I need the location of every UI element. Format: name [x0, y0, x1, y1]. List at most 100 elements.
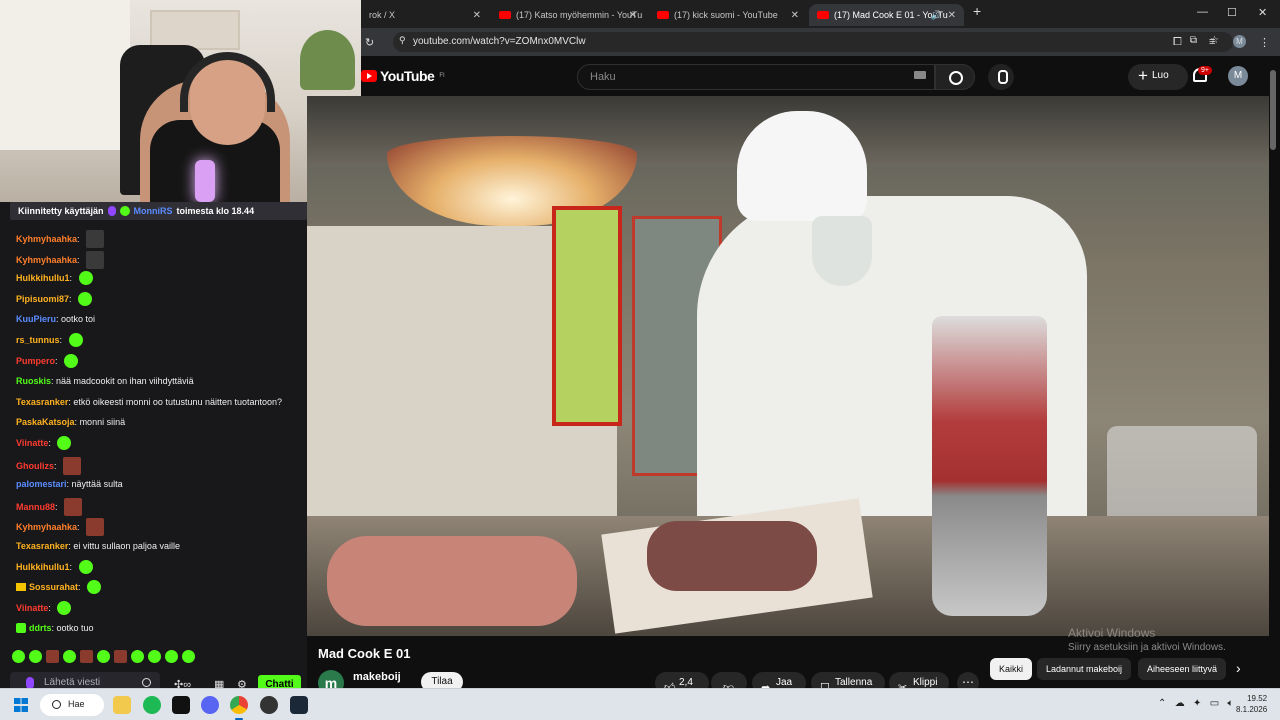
- page-scrollbar[interactable]: [1270, 70, 1276, 150]
- video-title: Mad Cook E 01: [318, 646, 411, 661]
- search-input[interactable]: Haku: [577, 64, 935, 90]
- chat-message-text: ei vittu sullaon paljoa vaille: [73, 541, 180, 551]
- pinned-user[interactable]: MonniRS: [134, 206, 173, 216]
- chip-all[interactable]: Kaikki: [990, 658, 1033, 680]
- extensions-icon[interactable]: ⧠: [1173, 36, 1182, 49]
- notification-badge: 9+: [1198, 66, 1212, 75]
- chat-username[interactable]: palomestari: [16, 477, 67, 491]
- youtube-logo[interactable]: YouTube FI: [361, 68, 445, 84]
- chat-username[interactable]: Kyhmyhaahka: [16, 232, 77, 246]
- profile-avatar[interactable]: M: [1233, 35, 1246, 48]
- youtube-header: YouTube FI Haku Luo 9+ M: [361, 56, 1280, 96]
- chat-username[interactable]: Hulkkihullu1: [16, 560, 70, 574]
- chat-username[interactable]: Kyhmyhaahka: [16, 520, 77, 534]
- windows-taskbar: Hae ⌃ ☁ ✦ ▭ 🔈︎ 19.52 8.1.2026: [0, 688, 1280, 720]
- voice-search-button[interactable]: [988, 64, 1014, 90]
- close-icon[interactable]: ✕: [948, 10, 956, 21]
- chat-username[interactable]: Kyhmyhaahka: [16, 253, 77, 267]
- account-avatar[interactable]: M: [1228, 66, 1248, 86]
- close-window-button[interactable]: ✕: [1258, 6, 1267, 19]
- chat-message: Ruoskis: nää madcookit on ihan viihdyttä…: [16, 374, 194, 388]
- x-app-icon[interactable]: [172, 696, 190, 714]
- minimize-button[interactable]: —: [1197, 6, 1208, 18]
- chip-uploaded-by[interactable]: Ladannut makeboij: [1037, 658, 1132, 680]
- create-button[interactable]: Luo: [1128, 64, 1188, 90]
- chat-message: Pipisuomi87:: [16, 292, 93, 306]
- emote-icon: [68, 333, 83, 347]
- chat-message: Texasranker: etkö oikeesti monni oo tutu…: [16, 395, 283, 409]
- url-field[interactable]: ⚲ youtube.com/watch?v=ZOMnx0MVClw ⧉ ☆: [393, 32, 1233, 52]
- mic-badge-icon: [107, 206, 116, 216]
- chat-username[interactable]: Pumpero: [16, 354, 55, 368]
- tab-mad-cook[interactable]: (17) Mad Cook E 01 - YouTu 🔊 ✕: [809, 4, 964, 26]
- steam-icon[interactable]: [290, 696, 308, 714]
- speaker-icon[interactable]: 🔊: [931, 10, 942, 21]
- chat-username[interactable]: Viinatte: [16, 436, 48, 450]
- chat-username[interactable]: ddrts: [29, 621, 52, 635]
- taskbar-search[interactable]: Hae: [40, 694, 104, 716]
- chat-username[interactable]: PaskaKatsoja: [16, 415, 75, 429]
- close-icon[interactable]: ✕: [629, 10, 637, 21]
- emoji-icon[interactable]: [142, 678, 151, 687]
- site-info-icon[interactable]: ⚲: [399, 35, 406, 46]
- browser-address-bar: ↻ ⚲ youtube.com/watch?v=ZOMnx0MVClw ⧉ ☆ …: [361, 28, 1280, 56]
- spotify-icon[interactable]: [143, 696, 161, 714]
- chat-username[interactable]: Hulkkihullu1: [16, 271, 70, 285]
- menu-dots-icon[interactable]: ⋮: [1259, 36, 1270, 49]
- chat-username[interactable]: Texasranker: [16, 539, 68, 553]
- media-control-icon[interactable]: ≡: [1209, 36, 1215, 48]
- chat-username[interactable]: Sossurahat: [29, 580, 78, 594]
- chrome-icon[interactable]: [230, 696, 248, 720]
- taskbar-clock[interactable]: 19.52 8.1.2026: [1236, 693, 1267, 715]
- verified-badge-icon: [119, 206, 130, 216]
- tab-watch-later[interactable]: (17) Katso myöhemmin - YouTu ✕: [491, 4, 645, 26]
- new-tab-button[interactable]: +: [973, 3, 981, 19]
- emote-icon: [63, 457, 82, 475]
- keyboard-icon[interactable]: [914, 71, 926, 79]
- maximize-button[interactable]: ☐: [1227, 6, 1237, 19]
- reload-icon[interactable]: ↻: [365, 36, 374, 49]
- chat-message: ddrts: ootko tuo: [16, 621, 94, 635]
- file-explorer-icon[interactable]: [113, 696, 131, 714]
- obs-icon[interactable]: [260, 696, 278, 714]
- search-button[interactable]: [935, 64, 975, 90]
- clock-date: 8.1.2026: [1236, 705, 1268, 714]
- pinned-suffix: toimesta klo 18.44: [176, 206, 255, 216]
- discord-icon[interactable]: [201, 696, 219, 714]
- tab-kick-suomi[interactable]: (17) kick suomi - YouTube ✕: [649, 4, 807, 26]
- youtube-icon: [817, 11, 829, 19]
- chat-placeholder: Lähetä viesti: [44, 677, 101, 688]
- channel-name[interactable]: makeboij: [353, 671, 401, 683]
- tab-x[interactable]: rok / X ✕: [361, 4, 489, 26]
- chat-message: Ghoulizs:: [16, 457, 82, 475]
- search-placeholder: Haku: [590, 71, 616, 83]
- youtube-play-icon: [361, 70, 377, 82]
- cast-icon[interactable]: ⧉: [1190, 35, 1197, 46]
- chat-message: Mannu88:: [16, 498, 83, 516]
- windows-start-icon[interactable]: [14, 698, 28, 712]
- chat-username[interactable]: Pipisuomi87: [16, 292, 69, 306]
- activation-watermark-text: Siirry asetuksiin ja aktivoi Windows.: [1068, 642, 1226, 653]
- emote-icon: [57, 601, 72, 615]
- chat-username[interactable]: Mannu88: [16, 500, 55, 514]
- emote-icon: [87, 580, 102, 594]
- chat-username[interactable]: rs_tunnus: [16, 333, 60, 347]
- chat-username[interactable]: Viinatte: [16, 601, 48, 615]
- chip-related[interactable]: Aiheeseen liittyvä: [1138, 658, 1226, 680]
- close-icon[interactable]: ✕: [473, 10, 481, 21]
- chat-message: Sossurahat:: [16, 580, 102, 594]
- activation-watermark-title: Aktivoi Windows: [1068, 626, 1156, 640]
- chat-message-text: nää madcookit on ihan viihdyttäviä: [56, 376, 194, 386]
- chat-username[interactable]: Texasranker: [16, 395, 68, 409]
- emote-bar[interactable]: [12, 650, 302, 666]
- region-code: FI: [439, 73, 445, 79]
- system-tray[interactable]: ⌃ ☁ ✦ ▭ 🔈︎: [1158, 698, 1234, 709]
- pinned-message-bar[interactable]: Kiinnitetty käyttäjän MonniRS toimesta k…: [10, 202, 307, 220]
- chat-message: Hulkkihullu1:: [16, 271, 93, 285]
- chat-username[interactable]: KuuPieru: [16, 312, 56, 326]
- chat-username[interactable]: Ruoskis: [16, 374, 51, 388]
- close-icon[interactable]: ✕: [791, 10, 799, 21]
- chat-username[interactable]: Ghoulizs: [16, 459, 54, 473]
- chevron-right-icon[interactable]: ›: [1236, 660, 1241, 676]
- video-player[interactable]: [307, 96, 1269, 636]
